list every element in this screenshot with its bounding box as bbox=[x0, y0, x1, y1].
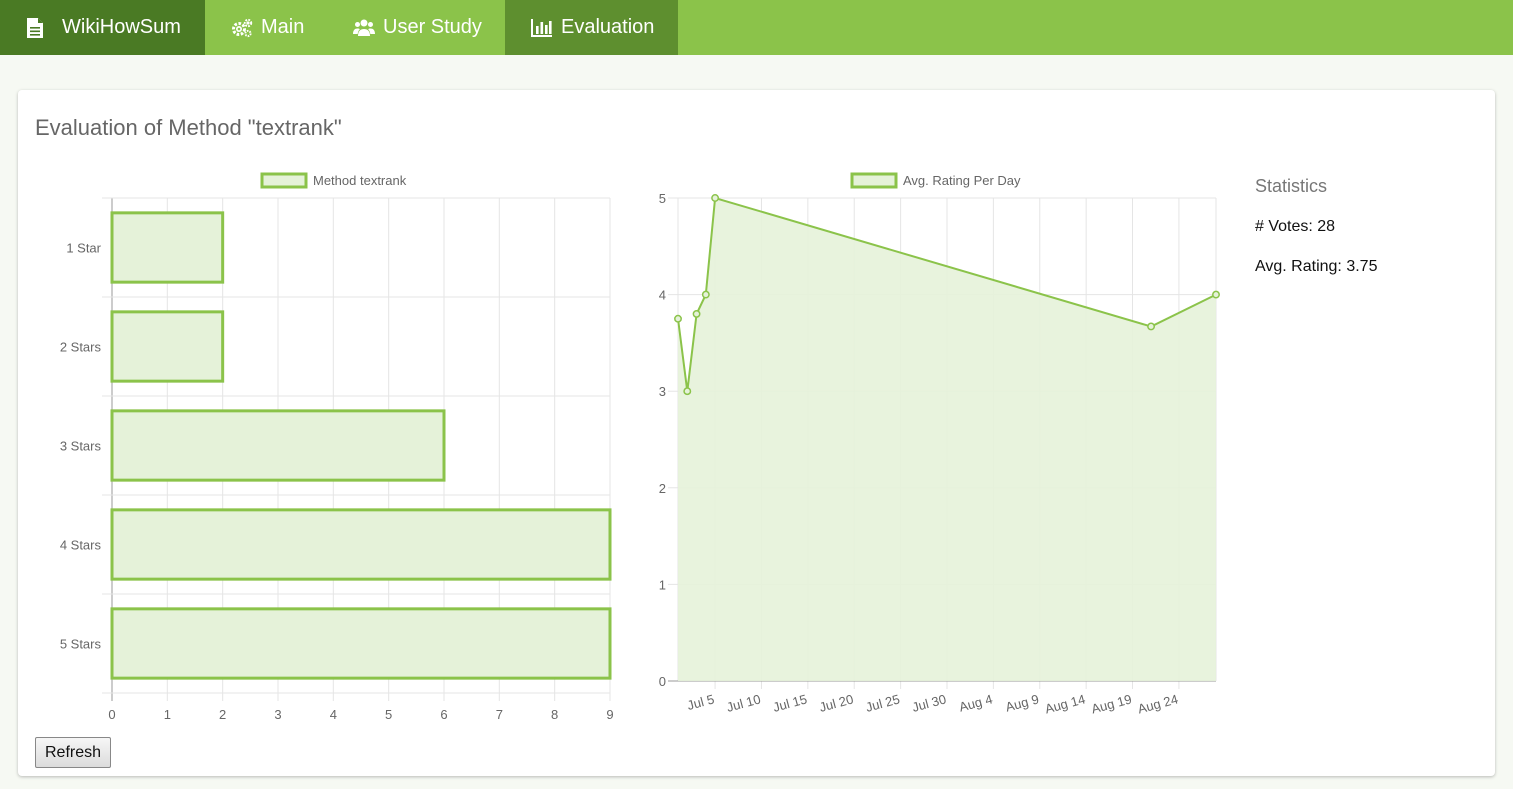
data-point bbox=[701, 290, 710, 299]
avg-rating-value: 3.75 bbox=[1346, 258, 1378, 275]
data-point bbox=[711, 194, 720, 202]
votes-label: # Votes: bbox=[1255, 218, 1313, 235]
x-tick-label: Jul 30 bbox=[910, 691, 947, 714]
x-tick-label: Aug 14 bbox=[1043, 691, 1087, 716]
y-tick-label: 5 bbox=[659, 191, 666, 206]
x-tick-label: Aug 9 bbox=[1004, 691, 1041, 714]
x-tick-label: Jul 10 bbox=[725, 691, 762, 714]
x-tick-label: Aug 19 bbox=[1090, 691, 1134, 716]
nav-item-user-study[interactable]: User Study bbox=[328, 0, 505, 55]
data-point bbox=[692, 309, 701, 318]
data-point bbox=[1147, 322, 1156, 331]
y-tick-label: 0 bbox=[659, 674, 666, 689]
y-tick-label: 2 bbox=[659, 481, 666, 496]
legend-label-avg-rating: Avg. Rating Per Day bbox=[903, 173, 1021, 188]
top-navbar: WikiHowSum Main User Study Evaluation bbox=[0, 0, 1513, 55]
x-tick-label: Aug 4 bbox=[957, 691, 994, 714]
nav-item-main-label: Main bbox=[261, 16, 305, 38]
bar-chart-icon bbox=[531, 18, 552, 37]
evaluation-card: Evaluation of Method "textrank" Method t… bbox=[18, 90, 1495, 776]
document-icon bbox=[27, 17, 43, 38]
y-tick-label: 1 bbox=[659, 577, 666, 592]
x-tick-label: Jul 15 bbox=[771, 691, 808, 714]
votes-stat: # Votes: 28 bbox=[1255, 218, 1377, 236]
nav-item-evaluation[interactable]: Evaluation bbox=[505, 0, 678, 55]
votes-value: 28 bbox=[1317, 218, 1336, 235]
avg-rating-per-day-chart: Avg. Rating Per Day 0 1 2 3 4 5 Jul 5 Jul 10 Jul … bbox=[659, 172, 1220, 717]
avg-rating-stat: Avg. Rating: 3.75 bbox=[1255, 258, 1377, 276]
x-tick-label: Aug 24 bbox=[1136, 691, 1180, 716]
y-tick-label: 3 bbox=[659, 384, 666, 399]
x-tick-label: Jul 5 bbox=[685, 691, 715, 713]
avg-rating-label: Avg. Rating: bbox=[1255, 258, 1342, 275]
brand-link[interactable]: WikiHowSum bbox=[0, 0, 205, 55]
data-point bbox=[683, 387, 692, 396]
statistics-panel: Statistics # Votes: 28 Avg. Rating: 3.75 bbox=[1255, 176, 1377, 298]
data-point bbox=[674, 314, 682, 323]
x-tick-label: Jul 20 bbox=[818, 691, 855, 714]
brand-label: WikiHowSum bbox=[62, 16, 181, 38]
x-tick-label: Jul 25 bbox=[864, 691, 901, 714]
legend-swatch-avg-rating bbox=[850, 172, 898, 189]
y-tick-label: 4 bbox=[659, 288, 666, 303]
nav-item-evaluation-label: Evaluation bbox=[561, 16, 655, 38]
users-icon bbox=[353, 19, 375, 36]
nav-item-main[interactable]: Main bbox=[205, 0, 328, 55]
data-point bbox=[1212, 290, 1220, 299]
area-fill bbox=[678, 198, 1216, 681]
refresh-button[interactable]: Refresh bbox=[35, 737, 111, 768]
nav-item-user-study-label: User Study bbox=[383, 16, 482, 38]
cogs-icon bbox=[232, 18, 253, 37]
statistics-title: Statistics bbox=[1255, 176, 1328, 196]
